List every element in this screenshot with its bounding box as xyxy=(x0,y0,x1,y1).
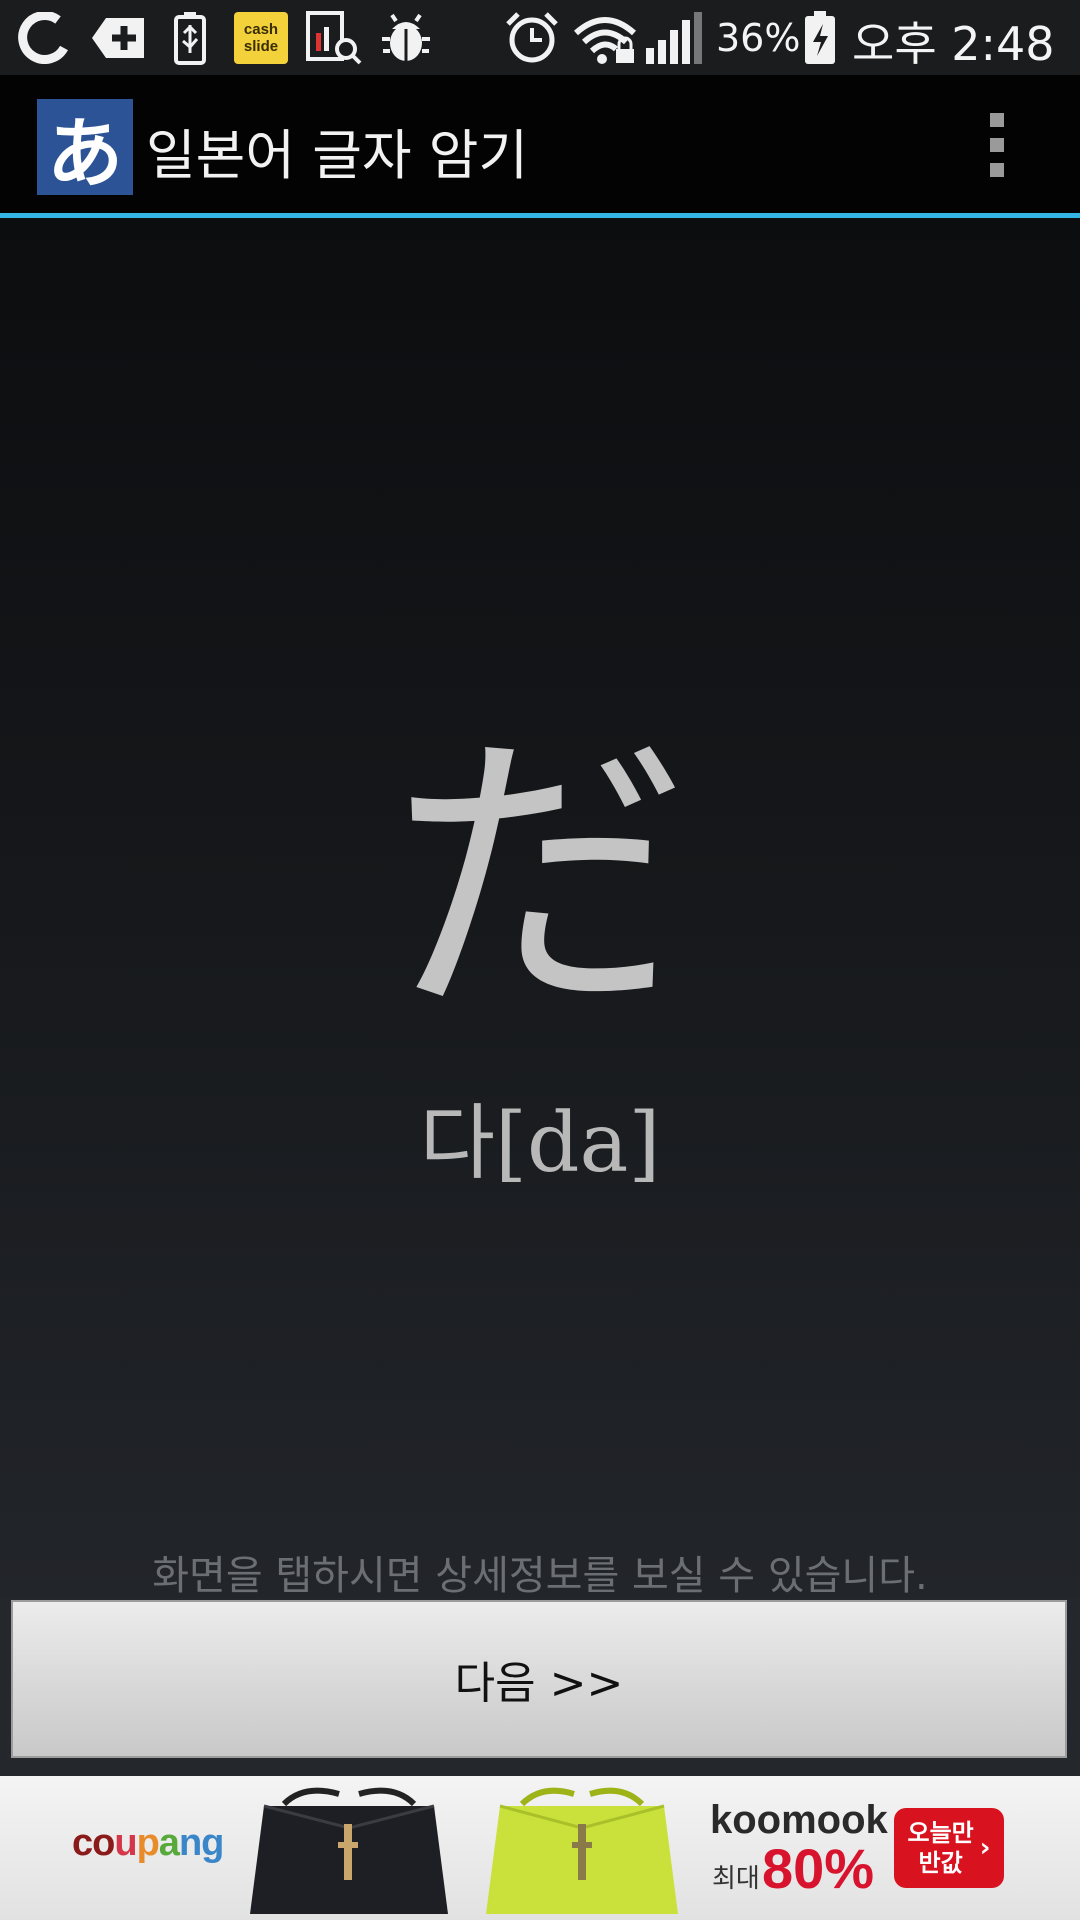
alarm-icon xyxy=(504,10,560,66)
ad-cta-line1: 오늘만 xyxy=(907,1819,974,1847)
chevron-right-icon: › xyxy=(979,1833,991,1863)
lime-handbag-image xyxy=(486,1787,678,1914)
battery-percent: 36% xyxy=(716,16,801,60)
opera-icon xyxy=(16,10,72,66)
app-title: 일본어 글자 암기 xyxy=(146,124,529,187)
overflow-dot xyxy=(990,113,1004,127)
wifi-lock-icon xyxy=(572,10,638,66)
app-logo-icon[interactable]: あ xyxy=(37,99,133,198)
search-report-icon xyxy=(306,10,362,66)
ad-banner[interactable]: coupang koomook 최대 80% 오늘만 반값 › xyxy=(0,1776,1080,1920)
logo-part: ng xyxy=(178,1822,224,1864)
ad-max-label: 최대 xyxy=(712,1864,760,1894)
cash-badge-line2: slide xyxy=(243,38,279,55)
signal-icon xyxy=(644,10,704,66)
cash-badge-line1: cash xyxy=(243,21,279,38)
ad-cta-line2: 반값 xyxy=(918,1849,963,1877)
android-bug-icon xyxy=(378,10,434,66)
action-bar: あ 일본어 글자 암기 xyxy=(0,75,1080,213)
overflow-dot xyxy=(990,138,1004,152)
battery-charging-icon xyxy=(802,10,838,66)
cashslide-icon: cash slide xyxy=(234,10,288,66)
overflow-dot xyxy=(990,163,1004,177)
clock: 오후 2:48 xyxy=(852,17,1055,71)
logo-part: a xyxy=(158,1822,180,1864)
ad-discount: 80% xyxy=(762,1837,875,1900)
status-bar: cash slide 36% 오후 2:48 xyxy=(0,0,1080,75)
logo-part: co xyxy=(72,1822,115,1864)
coupang-logo: coupang xyxy=(72,1822,224,1865)
flashcard-area[interactable]: だ 다[da] 화면을 탭하시면 상세정보를 보실 수 있습니다. xyxy=(0,218,1080,1599)
tap-hint-text: 화면을 탭하시면 상세정보를 보실 수 있습니다. xyxy=(152,1553,928,1599)
kana-reading: 다[da] xyxy=(419,1096,661,1191)
logo-part: p xyxy=(136,1822,160,1864)
next-button[interactable]: 다음 >> xyxy=(11,1600,1067,1758)
ad-cta-button[interactable]: 오늘만 반값 › xyxy=(894,1808,1004,1888)
usb-battery-icon xyxy=(170,10,210,66)
kana-character: だ xyxy=(390,703,690,1052)
plus-icon xyxy=(90,10,146,66)
overflow-menu-icon[interactable] xyxy=(978,113,1016,177)
logo-part: u xyxy=(114,1822,137,1864)
black-handbag-image xyxy=(250,1787,448,1914)
